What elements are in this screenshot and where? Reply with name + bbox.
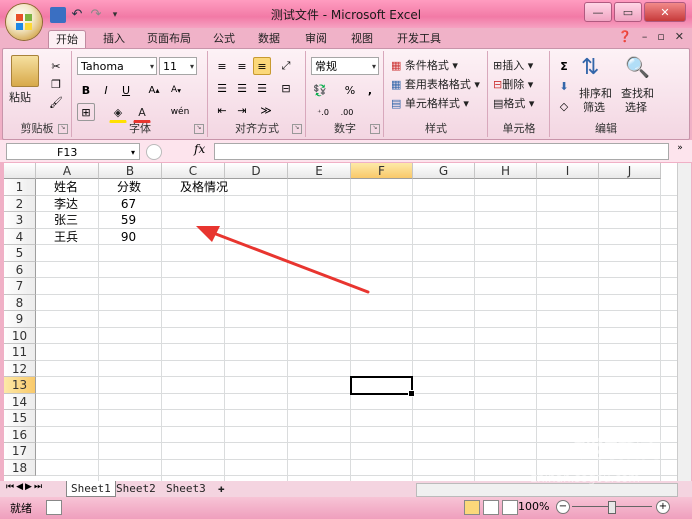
office-button[interactable] bbox=[6, 4, 42, 40]
office-logo-icon bbox=[16, 14, 32, 30]
annotation-arrow-icon bbox=[196, 226, 370, 294]
